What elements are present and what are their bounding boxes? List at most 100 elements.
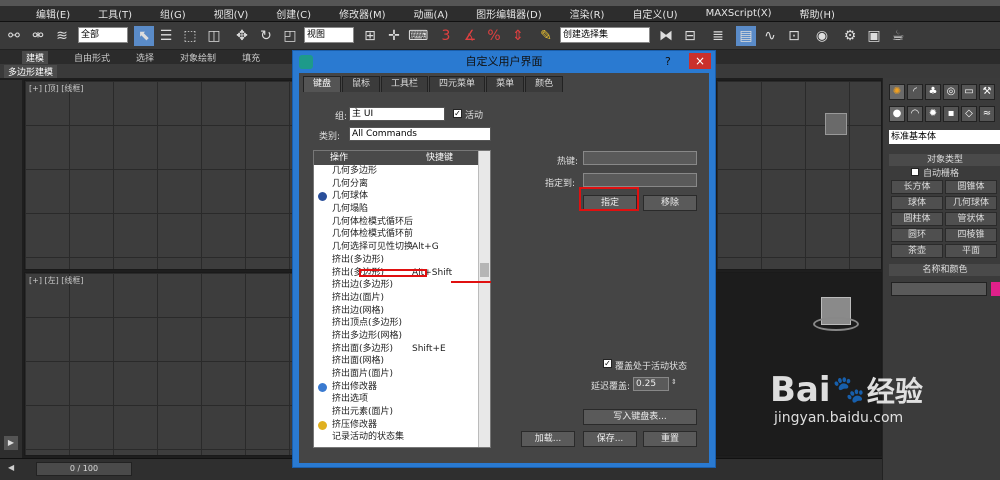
object-name-field[interactable] [891, 282, 987, 296]
spinner-arrows-icon[interactable]: ⇕ [671, 378, 677, 386]
overwrite-checkbox[interactable]: ✓ [603, 359, 612, 368]
help-icon[interactable]: ? [665, 55, 671, 68]
list-item[interactable]: 挤出面(多边形) Shift+E [314, 343, 490, 356]
mirror-icon[interactable]: ⧓ [656, 26, 676, 46]
rotate-icon[interactable]: ↻ [256, 26, 276, 46]
geosphere-button[interactable]: 几何球体 [945, 196, 997, 210]
viewport-perspective[interactable] [716, 272, 882, 456]
menu-graph-editors[interactable]: 图形编辑器(D) [476, 6, 542, 21]
ribbon-tab-object-paint[interactable]: 对象绘制 [180, 51, 216, 64]
list-item[interactable]: 挤出(多边形) [314, 254, 490, 267]
render-setup-icon[interactable]: ⚙ [840, 26, 860, 46]
motion-tab-icon[interactable]: ◎ [943, 84, 959, 100]
list-item[interactable]: 几何选择可见性切换 Alt+G [314, 241, 490, 254]
category-dropdown[interactable]: All Commands [349, 127, 491, 141]
tab-mouse[interactable]: 鼠标 [342, 76, 381, 92]
list-item[interactable]: 挤出面片(面片) [314, 368, 490, 381]
delay-spinner[interactable]: 0.25 [633, 377, 669, 391]
primitive-type-dropdown[interactable]: 标准基本体 [889, 130, 1000, 144]
select-by-name-icon[interactable]: ☰ [156, 26, 176, 46]
menu-edit[interactable]: 编辑(E) [36, 6, 70, 21]
tab-quad-menus[interactable]: 四元菜单 [429, 76, 486, 92]
column-shortcut[interactable]: 快捷键 [426, 151, 453, 165]
object-type-header[interactable]: 对象类型 [889, 154, 1000, 166]
menu-tools[interactable]: 工具(T) [98, 6, 132, 21]
list-item[interactable]: 几何多边形 [314, 165, 490, 178]
scroll-thumb[interactable] [480, 263, 489, 277]
pivot-icon[interactable]: ⊞ [360, 26, 380, 46]
menu-modifiers[interactable]: 修改器(M) [339, 6, 385, 21]
percent-snap-icon[interactable]: % [484, 26, 504, 46]
layer-manager-icon[interactable]: ≣ [708, 26, 728, 46]
lights-icon[interactable]: ✹ [925, 106, 941, 122]
menu-help[interactable]: 帮助(H) [800, 6, 835, 21]
time-slider[interactable]: 0 / 100 [36, 462, 132, 476]
helpers-icon[interactable]: ◇ [961, 106, 977, 122]
box-button[interactable]: 长方体 [891, 180, 943, 194]
tube-button[interactable]: 管状体 [945, 212, 997, 226]
viewport-label[interactable]: [+] [左] [线框] [29, 275, 84, 286]
named-selection-set-dropdown[interactable]: 创建选择集 [560, 27, 650, 43]
sphere-button[interactable]: 球体 [891, 196, 943, 210]
ribbon-tab-freeform[interactable]: 自由形式 [74, 51, 110, 64]
menu-create[interactable]: 创建(C) [276, 6, 311, 21]
list-item[interactable]: 挤压修改器 [314, 419, 490, 432]
menu-rendering[interactable]: 渲染(R) [570, 6, 605, 21]
cone-button[interactable]: 圆锥体 [945, 180, 997, 194]
create-tab-icon[interactable]: ✺ [889, 84, 905, 100]
unlink-icon[interactable]: ⚮ [28, 26, 48, 46]
hotkey-field[interactable] [583, 151, 697, 165]
list-item[interactable]: 挤出边(面片) [314, 292, 490, 305]
list-item[interactable]: 几何分离 [314, 178, 490, 191]
menu-animation[interactable]: 动画(A) [414, 6, 449, 21]
menu-view[interactable]: 视图(V) [214, 6, 249, 21]
angle-snap-icon[interactable]: ∡ [460, 26, 480, 46]
assigned-to-field[interactable] [583, 173, 697, 187]
close-icon[interactable]: × [689, 53, 711, 69]
render-production-icon[interactable]: ☕ [888, 26, 908, 46]
modify-tab-icon[interactable]: ◜ [907, 84, 923, 100]
list-item[interactable]: 挤出面(网格) [314, 355, 490, 368]
menu-group[interactable]: 组(G) [160, 6, 186, 21]
rect-selection-icon[interactable]: ⬚ [180, 26, 200, 46]
viewport-front[interactable] [716, 80, 882, 270]
curve-editor-icon[interactable]: ∿ [760, 26, 780, 46]
tab-colors[interactable]: 颜色 [525, 76, 564, 92]
list-item[interactable]: 挤出选项 [314, 393, 490, 406]
selection-filter-dropdown[interactable]: 全部 [78, 27, 128, 43]
snap-toggle-icon[interactable]: 3 [436, 26, 456, 46]
list-item[interactable]: 挤出多边形(网格) [314, 330, 490, 343]
viewport-label[interactable]: [+] [顶] [线框] [29, 83, 84, 94]
torus-button[interactable]: 圆环 [891, 228, 943, 242]
play-arrow-icon[interactable]: ▶ [4, 436, 18, 450]
plane-button[interactable]: 平面 [945, 244, 997, 258]
list-item[interactable]: 挤出顶点(多边形) [314, 317, 490, 330]
tab-keyboard[interactable]: 键盘 [303, 76, 342, 92]
viewcube-icon[interactable] [825, 113, 847, 135]
menu-maxscript[interactable]: MAXScript(X) [706, 8, 772, 19]
object-color-swatch[interactable] [991, 282, 1000, 296]
list-item[interactable]: 几何塌陷 [314, 203, 490, 216]
select-manipulate-icon[interactable]: ✛ [384, 26, 404, 46]
window-crossing-icon[interactable]: ◫ [204, 26, 224, 46]
align-icon[interactable]: ⊟ [680, 26, 700, 46]
list-scrollbar[interactable] [478, 151, 490, 447]
menu-customize[interactable]: 自定义(U) [632, 6, 677, 21]
list-item[interactable]: 几何体检模式循环后 [314, 216, 490, 229]
list-item[interactable]: 挤出边(网格) [314, 305, 490, 318]
cylinder-button[interactable]: 圆柱体 [891, 212, 943, 226]
ribbon-tab-modeling[interactable]: 建模 [22, 50, 49, 64]
column-action[interactable]: 操作 [314, 151, 426, 165]
reset-button[interactable]: 重置 [643, 431, 697, 447]
material-editor-icon[interactable]: ◉ [812, 26, 832, 46]
active-checkbox[interactable]: ✓ [453, 109, 462, 118]
remove-button[interactable]: 移除 [643, 195, 697, 211]
select-object-icon[interactable]: ⬉ [134, 26, 154, 46]
tab-menus[interactable]: 菜单 [486, 76, 525, 92]
move-icon[interactable]: ✥ [232, 26, 252, 46]
schematic-view-icon[interactable]: ⊡ [784, 26, 804, 46]
load-button[interactable]: 加载... [521, 431, 575, 447]
scale-icon[interactable]: ◰ [280, 26, 300, 46]
action-list[interactable]: 操作 快捷键 几何多边形 几何分离 几何球体 几何塌陷 几何体检模式循环后 几何体检模式循… [313, 150, 491, 448]
list-item[interactable]: 几何球体 [314, 190, 490, 203]
